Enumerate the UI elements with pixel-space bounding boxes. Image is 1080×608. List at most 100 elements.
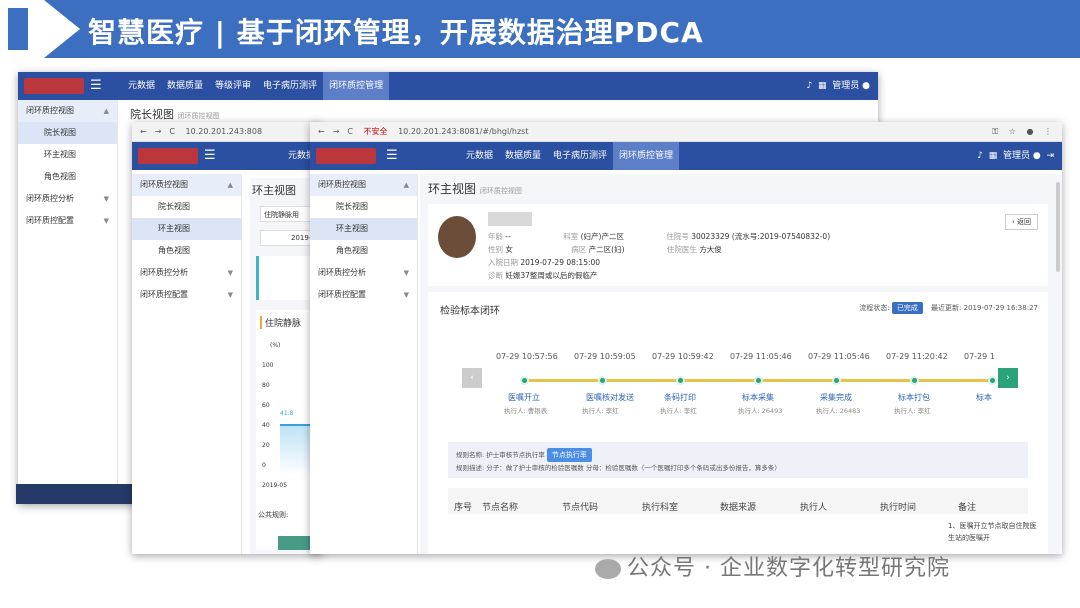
admit-date: 2019-07-29 08:15:00 [520,258,601,267]
profile-icon[interactable]: ● [1026,122,1033,142]
slide-banner: 智慧医疗 | 基于闭环管理，开展数据治理PDCA [0,0,1080,58]
grid-icon[interactable]: ▦ [989,151,998,161]
sidebar-item-role[interactable]: 角色视图 [132,240,241,262]
updated-time: 2019-07-29 16:38:27 [963,304,1038,312]
avatar[interactable]: ● [1033,151,1041,161]
menu-closed-loop[interactable]: 闭环质控管理 [323,72,390,100]
sidebar-item-analysis[interactable]: 闭环质控分析 ▼ [18,188,117,210]
table-column-header: 节点代码 [562,503,599,513]
bell-icon[interactable]: ♪ [977,151,983,161]
label: 病区 [571,245,587,254]
logout-icon[interactable]: ⇥ [1046,151,1054,161]
page-title: 院长视图 [130,108,174,121]
sidebar-item-loop-view[interactable]: 闭环质控视图 ▲ [132,174,241,196]
menu-metadata[interactable]: 元数据 [122,72,161,100]
sidebar: 闭环质控视图 ▲ 院长视图 环主视图 角色视图 闭环质控分析 ▼ 闭环质控配置 ▼ [132,174,242,554]
sidebar-item-analysis[interactable]: 闭环质控分析 ▼ [310,262,417,284]
scrollbar[interactable] [1056,182,1060,272]
timeline-node[interactable] [520,376,529,385]
timeline-step-name: 医嘱开立 [508,393,540,402]
table-column-header: 备注 [958,503,977,513]
patient-card: 年龄 -- 科室 (妇产)产二区 住院号 30023329 (流水号:2019-… [428,204,1048,286]
hamburger-icon[interactable]: ☰ [386,148,398,163]
timeline-node[interactable] [754,376,763,385]
hamburger-icon[interactable]: ☰ [204,148,216,163]
bell-icon[interactable]: ♪ [807,81,813,91]
timeline-time: 07-29 1 [964,352,995,361]
rule-box: 规则名称: 护士审核节点执行率 节点执行率 规则描述: 分子：做了护士审核的检验… [448,442,1028,478]
reload-icon[interactable]: C [347,122,353,142]
table-column-header: 数据来源 [720,503,757,513]
timeline-node[interactable] [832,376,841,385]
menu-level-review[interactable]: 等级评审 [209,72,257,100]
sidebar-item-loop-owner[interactable]: 环主视图 [310,218,417,240]
next-arrow[interactable]: › [998,368,1018,388]
sidebar: 闭环质控视图 ▲ 院长视图 环主视图 角色视图 闭环质控分析 ▼ 闭环质控配置 ▼ [310,174,418,554]
sidebar-item-role[interactable]: 角色视图 [18,166,117,188]
sidebar-item-loop-owner[interactable]: 环主视图 [18,144,117,166]
breadcrumb: 闭环质控视图 [479,187,522,195]
timeline-node[interactable] [988,376,997,385]
sidebar-item-analysis[interactable]: 闭环质控分析 ▼ [132,262,241,284]
timeline-step-name: 条码打印 [664,393,696,402]
sex: 女 [505,245,513,254]
timeline-time: 07-29 10:59:42 [652,352,714,361]
patient-name-redacted [488,212,532,226]
menu-data-quality[interactable]: 数据质量 [499,142,547,170]
table-column-header: 序号 [454,503,473,513]
chevron-down-icon: ▼ [403,291,409,299]
top-nav: ☰ 元数据 数据质量 等级评审 电子病历测评 闭环质控管理 ♪ ▦ 管理员 ● [18,72,878,100]
grid-icon[interactable]: ▦ [818,81,827,91]
key-icon[interactable]: ⚿ [992,122,998,142]
star-icon[interactable]: ☆ [1009,122,1016,142]
label: 入院日期 [488,258,518,267]
sidebar-item-director[interactable]: 院长视图 [310,196,417,218]
timeline-step-name: 采集完成 [820,393,852,402]
menu-emr-eval[interactable]: 电子病历测评 [257,72,323,100]
table-column-header: 执行人 [800,503,828,513]
sidebar-item-loop-view[interactable]: 闭环质控视图 ▲ [310,174,417,196]
back-button[interactable]: ‹ 返回 [1004,214,1038,230]
avatar[interactable]: ● [862,81,870,91]
address-bar[interactable]: 10.20.201.243:8081/#/bhgl/hzst [398,122,528,142]
back-icon[interactable]: ← [318,122,325,142]
sidebar-item-config[interactable]: 闭环质控配置 ▼ [310,284,417,306]
user-name[interactable]: 管理员 [1003,151,1030,161]
prev-arrow[interactable]: ‹ [462,368,482,388]
hospital-logo [138,148,198,164]
more-icon[interactable]: ⋮ [1044,122,1052,142]
sidebar-item-config[interactable]: 闭环质控配置 ▼ [18,210,117,232]
hamburger-icon[interactable]: ☰ [90,78,102,93]
timeline-node[interactable] [676,376,685,385]
y-axis: 100 80 60 40 20 0 [262,356,273,476]
chart-unit: (%) [270,342,281,349]
timeline-executor: 执行人: 李红 [582,407,619,415]
back-icon[interactable]: ← [140,122,147,142]
y-tick: 40 [262,422,270,429]
sidebar-item-role[interactable]: 角色视图 [310,240,417,262]
slide-title: 智慧医疗 | 基于闭环管理，开展数据治理PDCA [88,16,704,49]
menu-closed-loop[interactable]: 闭环质控管理 [613,142,680,170]
user-name[interactable]: 管理员 [832,81,859,91]
rule-desc-label: 规则描述: [456,464,485,472]
forward-icon[interactable]: → [155,122,162,142]
doctor: 方大俊 [699,245,722,254]
y-tick: 60 [262,402,270,409]
sidebar-item-config[interactable]: 闭环质控配置 ▼ [132,284,241,306]
sidebar-item-director[interactable]: 院长视图 [18,122,117,144]
sidebar-item-loop-owner[interactable]: 环主视图 [132,218,241,240]
sidebar-item-loop-view[interactable]: 闭环质控视图 ▲ [18,100,117,122]
menu-metadata[interactable]: 元数据 [460,142,499,170]
timeline-node[interactable] [910,376,919,385]
reload-icon[interactable]: C [169,122,175,142]
timeline-node[interactable] [598,376,607,385]
watermark-text: 公众号 · 企业数字化转型研究院 [627,556,950,581]
sidebar-item-director[interactable]: 院长视图 [132,196,241,218]
data-label: 41.8 [280,410,294,417]
forward-icon[interactable]: → [333,122,340,142]
menu-emr-eval[interactable]: 电子病历测评 [547,142,613,170]
timeline-executor: 执行人: 26493 [738,407,783,415]
menu-data-quality[interactable]: 数据质量 [161,72,209,100]
address-bar[interactable]: 10.20.201.243:808 [186,122,263,142]
chevron-down-icon: ▼ [103,217,109,225]
